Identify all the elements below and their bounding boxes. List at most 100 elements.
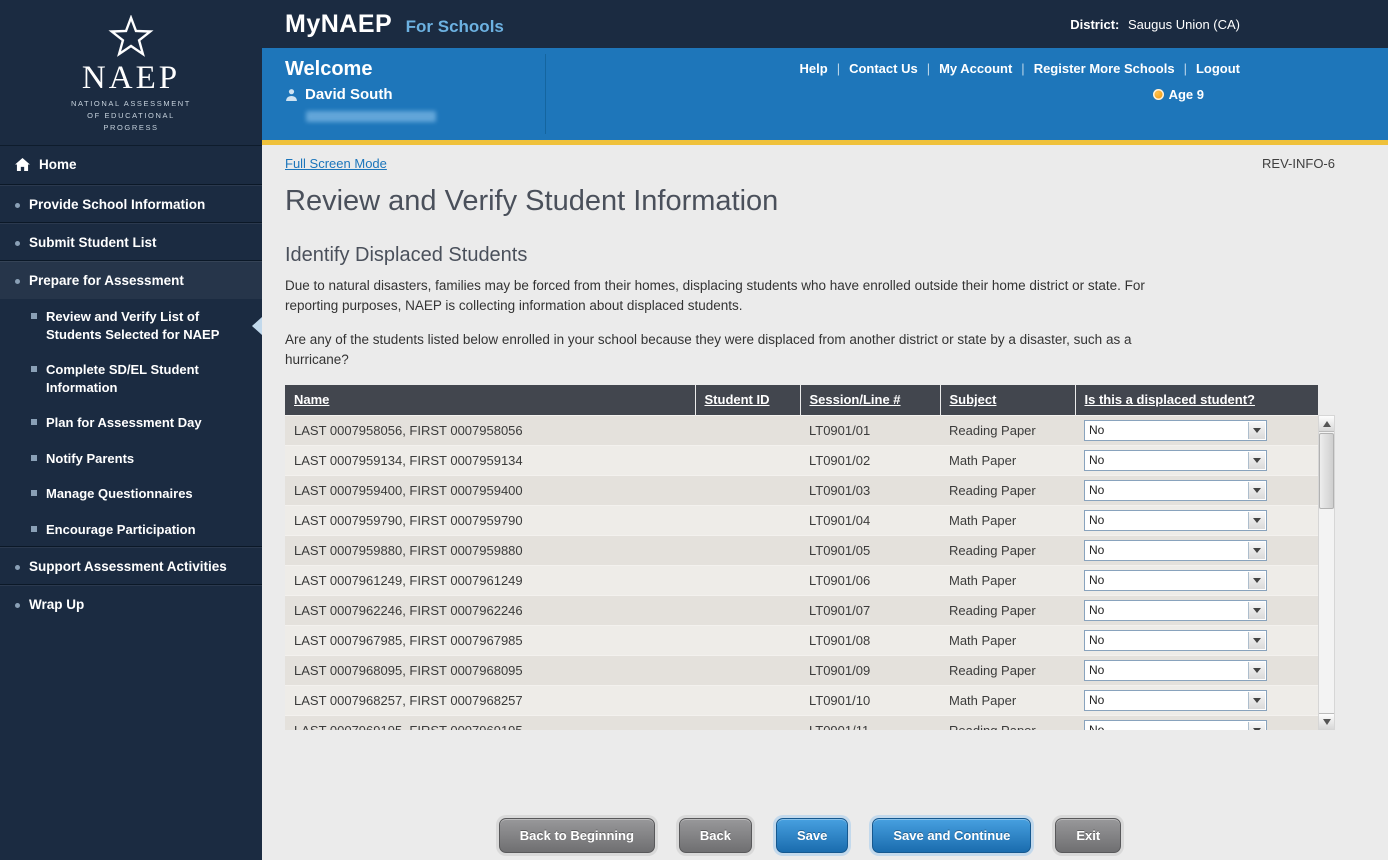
displaced-select[interactable]: No xyxy=(1085,421,1266,440)
bullet-dot-icon xyxy=(15,565,20,570)
redacted-text xyxy=(306,111,436,122)
full-screen-mode-link[interactable]: Full Screen Mode xyxy=(285,156,387,171)
sidebar-item-plan-for-assessment-day[interactable]: Plan for Assessment Day xyxy=(0,405,262,441)
utility-link-contact-us[interactable]: Contact Us xyxy=(849,61,918,76)
scroll-down-button[interactable] xyxy=(1319,713,1334,729)
displaced-select[interactable]: No xyxy=(1085,661,1266,680)
displaced-select[interactable]: No xyxy=(1085,541,1266,560)
displaced-select[interactable]: No xyxy=(1085,601,1266,620)
sidebar-item-label: Home xyxy=(39,157,77,172)
exit-button[interactable]: Exit xyxy=(1055,818,1121,853)
links-zone: Help|Contact Us|My Account|Register More… xyxy=(546,48,1388,140)
district-label: District: xyxy=(1070,17,1119,32)
displaced-cell: No xyxy=(1075,505,1318,535)
utility-link-help[interactable]: Help xyxy=(800,61,828,76)
displaced-select[interactable]: No xyxy=(1085,631,1266,650)
student-name: LAST 0007968257, FIRST 0007968257 xyxy=(285,685,695,715)
column-header-student-id[interactable]: Student ID xyxy=(705,392,770,407)
utility-link-register-more-schools[interactable]: Register More Schools xyxy=(1034,61,1175,76)
sidebar-item-provide-school-information[interactable]: Provide School Information xyxy=(0,185,262,223)
displaced-dropdown[interactable]: No xyxy=(1084,690,1267,711)
user-bar: Welcome David South Help|Contact Us|My A… xyxy=(262,48,1388,140)
sidebar-item-home[interactable]: Home xyxy=(0,146,262,185)
scroll-up-button[interactable] xyxy=(1319,416,1334,432)
student-name: LAST 0007959134, FIRST 0007959134 xyxy=(285,445,695,475)
displaced-select[interactable]: No xyxy=(1085,571,1266,590)
student-name: LAST 0007961249, FIRST 0007961249 xyxy=(285,565,695,595)
displaced-dropdown[interactable]: No xyxy=(1084,510,1267,531)
displaced-select[interactable]: No xyxy=(1085,691,1266,710)
sidebar-item-label: Submit Student List xyxy=(29,235,157,250)
displaced-select[interactable]: No xyxy=(1085,451,1266,470)
logo-subtitle: NATIONAL ASSESSMENT OF EDUCATIONAL PROGR… xyxy=(65,98,197,134)
displaced-dropdown[interactable]: No xyxy=(1084,420,1267,441)
sidebar-item-support-assessment-activities[interactable]: Support Assessment Activities xyxy=(0,547,262,585)
utility-link-my-account[interactable]: My Account xyxy=(939,61,1012,76)
column-header-name[interactable]: Name xyxy=(294,392,329,407)
student-row: LAST 0007968257, FIRST 0007968257LT0901/… xyxy=(285,685,1318,715)
student-id xyxy=(695,715,800,730)
displaced-dropdown[interactable]: No xyxy=(1084,630,1267,651)
displaced-dropdown[interactable]: No xyxy=(1084,600,1267,621)
utility-link-logout[interactable]: Logout xyxy=(1196,61,1240,76)
link-separator: | xyxy=(1184,61,1187,76)
welcome-block: Welcome David South xyxy=(262,48,545,140)
displaced-cell: No xyxy=(1075,445,1318,475)
table-header-cell: Session/Line # xyxy=(800,385,940,415)
student-id xyxy=(695,415,800,445)
age-dot-icon xyxy=(1153,89,1164,100)
column-header-is-this-a-displaced-student[interactable]: Is this a displaced student? xyxy=(1085,392,1255,407)
displaced-dropdown[interactable]: No xyxy=(1084,540,1267,561)
displaced-dropdown[interactable]: No xyxy=(1084,720,1267,730)
sidebar-item-review-and-verify-list-of-students-selected-for-naep[interactable]: Review and Verify List of Students Selec… xyxy=(0,299,262,352)
top-bar: MyNAEP For Schools District: Saugus Unio… xyxy=(262,0,1388,48)
logo-text: NAEP xyxy=(82,62,180,95)
column-header-session-line[interactable]: Session/Line # xyxy=(810,392,901,407)
naep-star-icon xyxy=(108,15,154,59)
displaced-dropdown[interactable]: No xyxy=(1084,570,1267,591)
sidebar: NAEP NATIONAL ASSESSMENT OF EDUCATIONAL … xyxy=(0,0,262,860)
displaced-select[interactable]: No xyxy=(1085,721,1266,730)
scrollbar-thumb[interactable] xyxy=(1319,433,1334,509)
subject: Reading Paper xyxy=(940,415,1075,445)
sidebar-item-submit-student-list[interactable]: Submit Student List xyxy=(0,223,262,261)
sidebar-item-complete-sd-el-student-information[interactable]: Complete SD/EL Student Information xyxy=(0,352,262,405)
displaced-dropdown[interactable]: No xyxy=(1084,660,1267,681)
sidebar-nav: Home Provide School Information Submit Stu… xyxy=(0,145,262,860)
sidebar-item-encourage-participation[interactable]: Encourage Participation xyxy=(0,512,262,548)
student-id xyxy=(695,535,800,565)
table-scrollbar[interactable] xyxy=(1318,415,1335,730)
displaced-dropdown[interactable]: No xyxy=(1084,480,1267,501)
user-icon xyxy=(285,88,298,101)
bullet-square-icon xyxy=(31,490,37,496)
student-id xyxy=(695,595,800,625)
displaced-select[interactable]: No xyxy=(1085,511,1266,530)
subject: Math Paper xyxy=(940,565,1075,595)
page-title: Review and Verify Student Information xyxy=(285,185,1335,218)
displaced-cell: No xyxy=(1075,625,1318,655)
sidebar-item-manage-questionnaires[interactable]: Manage Questionnaires xyxy=(0,476,262,512)
session-line: LT0901/02 xyxy=(800,445,940,475)
table-body: LAST 0007958056, FIRST 0007958056LT0901/… xyxy=(285,415,1318,730)
subject: Reading Paper xyxy=(940,535,1075,565)
save-button[interactable]: Save xyxy=(776,818,848,853)
save-and-continue-button[interactable]: Save and Continue xyxy=(872,818,1031,853)
session-line: LT0901/09 xyxy=(800,655,940,685)
student-name: LAST 0007959400, FIRST 0007959400 xyxy=(285,475,695,505)
column-header-subject[interactable]: Subject xyxy=(950,392,997,407)
bullet-dot-icon xyxy=(15,203,20,208)
displaced-cell: No xyxy=(1075,655,1318,685)
session-line: LT0901/11 xyxy=(800,715,940,730)
content-header: Full Screen Mode REV-INFO-6 xyxy=(285,145,1335,171)
sidebar-item-prepare-for-assessment[interactable]: Prepare for Assessment xyxy=(0,261,262,299)
sidebar-item-notify-parents[interactable]: Notify Parents xyxy=(0,441,262,477)
back-to-beginning-button[interactable]: Back to Beginning xyxy=(499,818,655,853)
displaced-select[interactable]: No xyxy=(1085,481,1266,500)
student-id xyxy=(695,625,800,655)
displaced-cell: No xyxy=(1075,475,1318,505)
back-button[interactable]: Back xyxy=(679,818,752,853)
sidebar-item-label: Provide School Information xyxy=(29,197,205,212)
displaced-dropdown[interactable]: No xyxy=(1084,450,1267,471)
sidebar-item-wrap-up[interactable]: Wrap Up xyxy=(0,585,262,623)
students-table: Name Student ID Session/Line # Subject Is th… xyxy=(285,385,1318,730)
